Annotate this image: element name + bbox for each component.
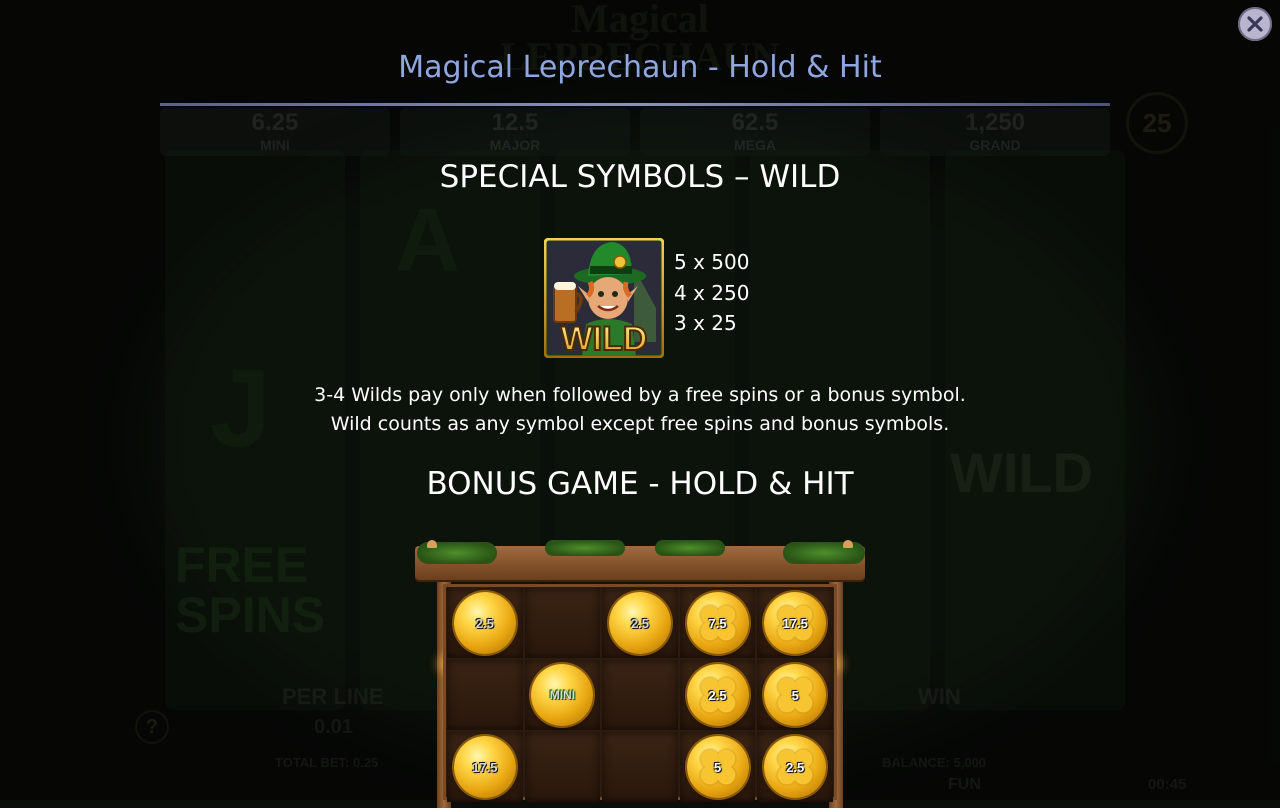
close-button[interactable]: [1238, 7, 1272, 41]
modal-title: Magical Leprechaun - Hold & Hit: [398, 50, 882, 85]
wild-section-heading: SPECIAL SYMBOLS – WILD: [439, 159, 841, 195]
mini-coin: MINI: [531, 664, 594, 726]
title-divider: [160, 103, 1110, 106]
grid-cell: [524, 732, 601, 802]
pay-3: 3 x 25: [674, 311, 737, 335]
coin-value: 5: [713, 759, 722, 775]
grid-cell: [524, 588, 601, 658]
wild-description-line-1: 3-4 Wilds pay only when followed by a fr…: [314, 384, 966, 406]
coin-value: 17.5: [472, 759, 498, 775]
grid-cell: 2.5: [679, 660, 756, 730]
clover-coin: 5: [686, 736, 749, 798]
wild-paytable: 5 x 500 4 x 250 3 x 25: [674, 247, 749, 339]
gold-coin: 17.5: [453, 736, 516, 798]
clover-coin: 2.5: [686, 664, 749, 726]
grid-cell: [447, 660, 523, 730]
grid-cell: 17.5: [447, 732, 523, 802]
bonus-section-heading: BONUS GAME - HOLD & HIT: [426, 466, 854, 502]
coin-value: MINI: [549, 688, 576, 702]
coin-value: 17.5: [782, 615, 808, 631]
grid-cell: [602, 732, 678, 802]
grid-cell: 2.5: [757, 732, 833, 802]
grid-cell: 7.5: [679, 588, 756, 658]
leprechaun-wild-icon: WILD: [544, 238, 664, 358]
grid-cell: 2.5: [447, 588, 523, 658]
pay-4: 4 x 250: [674, 280, 750, 305]
clover-coin: 17.5: [764, 592, 827, 654]
coin-value: 2.5: [630, 615, 650, 631]
clover-coin: 2.5: [764, 736, 827, 798]
coin-value: 2.5: [475, 615, 494, 631]
gold-coin: 2.5: [608, 592, 671, 654]
grid-cell: 5: [679, 732, 756, 802]
coin-value: 2.5: [708, 687, 727, 703]
grid-cell: 17.5: [757, 588, 833, 658]
svg-text:WILD: WILD: [561, 320, 648, 358]
clover-coin: 7.5: [686, 592, 749, 654]
coin-value: 2.5: [786, 759, 805, 775]
clover-coin: 5: [764, 664, 827, 726]
grid-cell: [602, 660, 678, 730]
pay-5: 5 x 500: [674, 250, 750, 274]
bonus-grid: 2.5 2.5 7.5 17.5 MINI 2.5 5 17.5 5 2.5: [447, 588, 833, 802]
hold-and-hit-board: 2.5 2.5 7.5 17.5 MINI 2.5 5 17.5 5 2.5: [405, 538, 875, 808]
wild-description: 3-4 Wilds pay only when followed by a fr…: [0, 381, 1280, 439]
grid-cell: MINI: [524, 660, 601, 730]
coin-value: 5: [791, 687, 799, 703]
grid-cell: 5: [757, 660, 833, 730]
gold-coin: 2.5: [453, 592, 516, 654]
close-icon: [1247, 16, 1263, 32]
grid-cell: 2.5: [602, 588, 678, 658]
wild-description-line-2: Wild counts as any symbol except free sp…: [330, 413, 950, 435]
coin-value: 7.5: [708, 615, 727, 631]
